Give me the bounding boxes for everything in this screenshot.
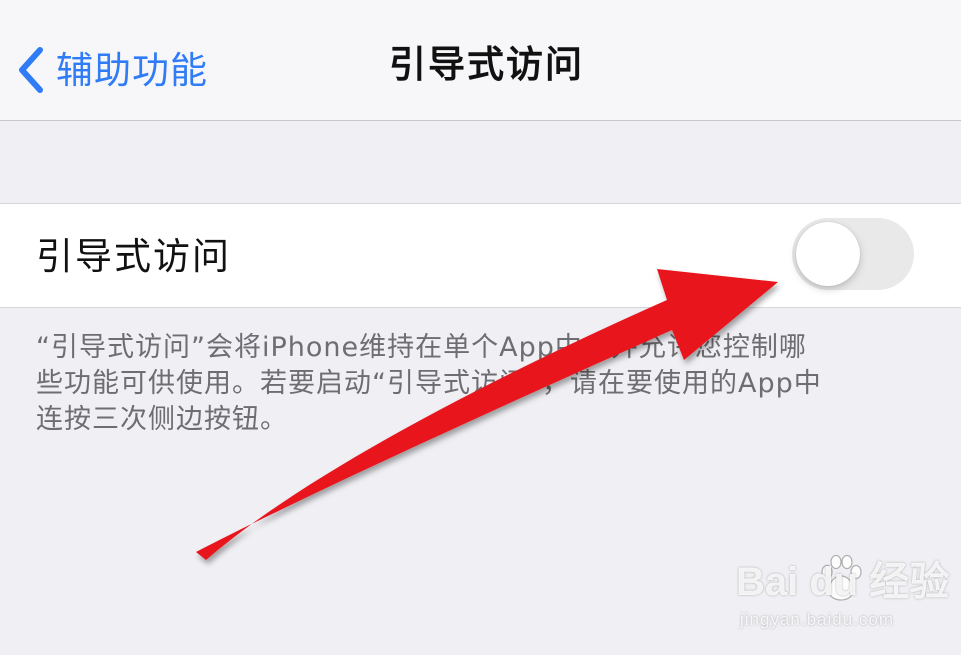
guided-access-label: 引导式访问 (36, 235, 231, 278)
guided-access-description: “引导式访问”会将iPhone维持在单个App中，并允许您控制哪 些功能可供使用… (36, 330, 916, 438)
description-line: “引导式访问”会将iPhone维持在单个App中，并允许您控制哪 (36, 332, 807, 363)
page-title: 引导式访问 (389, 43, 584, 86)
watermark-brand: Bai du 经验 (736, 560, 950, 604)
navigation-bar: 辅助功能 引导式访问 (0, 0, 961, 121)
baidu-watermark: Bai du 经验 jingyan.baidu.com (736, 548, 949, 638)
watermark-url: jingyan.baidu.com (740, 610, 895, 629)
toggle-knob (796, 222, 860, 286)
description-line: 些功能可供使用。若要启动“引导式访问”，请在要使用的App中 (36, 368, 822, 399)
description-line: 连按三次侧边按钮。 (36, 404, 288, 435)
guided-access-toggle[interactable] (792, 218, 914, 290)
